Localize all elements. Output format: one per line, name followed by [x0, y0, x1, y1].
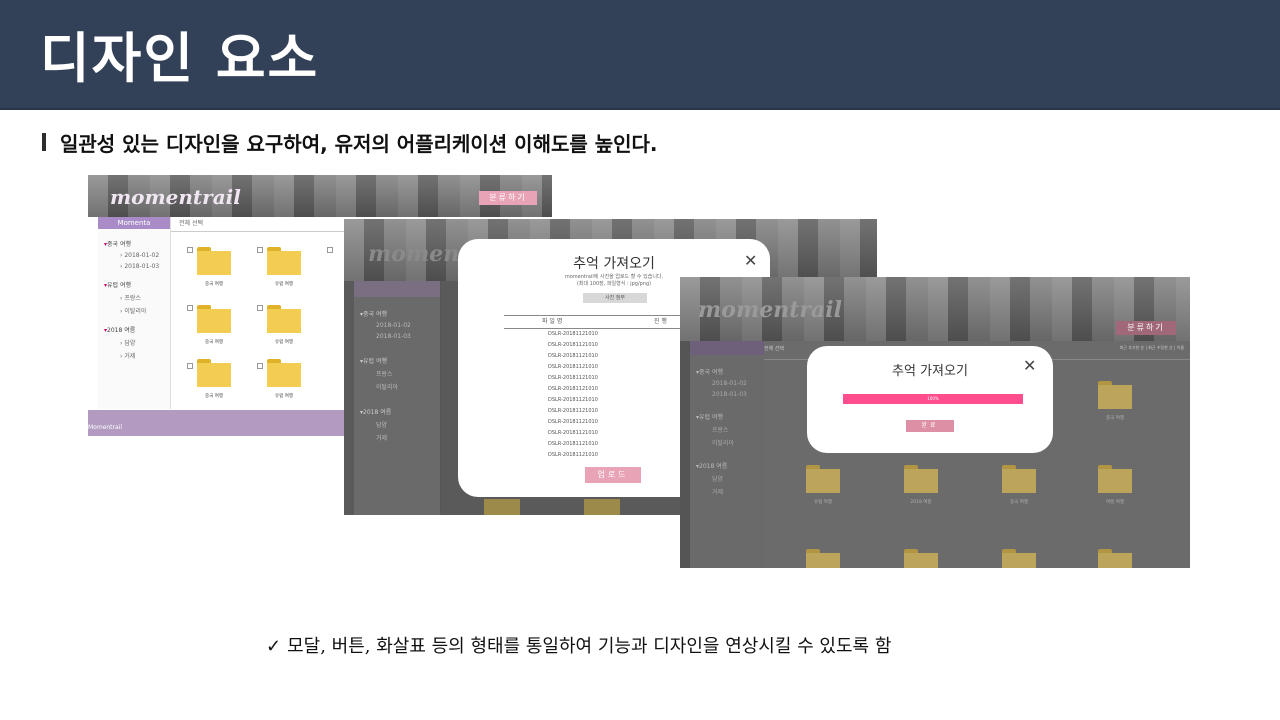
folder-icon: [1002, 549, 1036, 568]
slide-title: 디자인 요소: [40, 27, 320, 90]
sidebar-group[interactable]: ▾유럽 여행: [360, 356, 440, 365]
col-filename: 파 일 명: [542, 318, 563, 325]
sidebar: ▾중국 여행 2018-01-02 2018-01-03 ▾유럽 여행 프랑스 …: [354, 281, 441, 515]
sidebar-group[interactable]: ▾중국 여행: [104, 239, 170, 248]
footnote: ✓ 모달, 버튼, 화살표 등의 형태를 통일하여 기능과 디자인을 연상시킬 수…: [266, 632, 891, 658]
sidebar-item[interactable]: 프랑스: [376, 369, 440, 378]
check-icon: ✓: [266, 636, 282, 657]
sidebar-title: [690, 341, 764, 355]
footnote-text: 모달, 버튼, 화살표 등의 형태를 통일하여 기능과 디자인을 연상시킬 수 …: [287, 636, 892, 657]
momentrail-logo: momentrail: [110, 185, 241, 209]
sidebar: Momenta ▾중국 여행 › 2018-01-02 › 2018-01-03…: [98, 217, 171, 409]
folder-icon[interactable]: 중국 여행: [197, 305, 231, 345]
sidebar-item[interactable]: 이탈리아: [376, 382, 440, 391]
sidebar-item[interactable]: › 담양: [120, 338, 170, 347]
folder-checkbox[interactable]: [187, 363, 193, 369]
folder-icon: [1098, 549, 1132, 568]
progress-bar: 100%: [843, 394, 1023, 404]
progress-track: 100%: [843, 394, 1023, 404]
slide-subtitle: 일관성 있는 디자인을 요구하여, 유저의 어플리케이션 이해도를 높인다.: [60, 132, 658, 156]
sidebar-item[interactable]: 2018-01-02: [376, 322, 440, 329]
sidebar-item[interactable]: 프랑스: [712, 425, 764, 434]
sidebar-item[interactable]: 2018-01-02: [712, 380, 764, 387]
folder-icon: [584, 499, 620, 515]
screenshot-progress-modal: momentrail 분류하기 ▾중국 여행 2018-01-02 2018-0…: [680, 277, 1190, 568]
sidebar-item[interactable]: 이탈리아: [712, 438, 764, 447]
folder-icon[interactable]: 중국 여행: [197, 247, 231, 287]
sidebar: ▾중국 여행 2018-01-02 2018-01-03 ▾유럽 여행 프랑스 …: [690, 341, 765, 568]
folder-icon[interactable]: 중국 여행: [197, 359, 231, 399]
col-progress: 진 행: [654, 318, 667, 325]
close-icon[interactable]: ✕: [1023, 356, 1036, 375]
folder-checkbox[interactable]: [257, 305, 263, 311]
folder-icon: [806, 549, 840, 568]
sidebar-item[interactable]: 담양: [712, 474, 764, 483]
upload-button[interactable]: 업로드: [585, 467, 641, 483]
subtitle-bullet-bar: [42, 133, 46, 151]
footer-text: Momentrail: [88, 424, 123, 431]
select-all[interactable]: 전체 선택: [764, 345, 784, 352]
close-icon[interactable]: ✕: [744, 251, 757, 270]
sidebar-item[interactable]: › 이탈리아: [120, 306, 170, 315]
folder-icon[interactable]: 중국 여행: [1098, 381, 1132, 421]
sidebar-group[interactable]: ▾중국 여행: [696, 367, 764, 376]
sidebar-item[interactable]: › 2018-01-02: [120, 252, 170, 259]
slide-header: 디자인 요소: [0, 0, 1280, 110]
sidebar-item[interactable]: 거제: [712, 487, 764, 496]
folder-icon: [484, 499, 520, 515]
sidebar-item[interactable]: › 프랑스: [120, 293, 170, 302]
folder-icon[interactable]: 유럽 여행: [267, 247, 301, 287]
sidebar-title: Momenta: [98, 217, 170, 229]
folder-checkbox[interactable]: [327, 247, 333, 253]
sidebar-group[interactable]: ▾유럽 여행: [696, 412, 764, 421]
modal-title: 추억 가져오기: [573, 256, 655, 272]
sidebar-item[interactable]: › 거제: [120, 351, 170, 360]
folder-checkbox[interactable]: [257, 363, 263, 369]
sidebar-item[interactable]: 담양: [376, 420, 440, 429]
sidebar-item[interactable]: 거제: [376, 433, 440, 442]
sidebar-item[interactable]: 2018-01-03: [712, 391, 764, 398]
folder-icon[interactable]: 여름 여행: [1098, 465, 1132, 505]
folder-icon[interactable]: 2018 여름: [904, 465, 938, 505]
sidebar-group[interactable]: ▾2018 여름: [104, 325, 170, 334]
folder-icon[interactable]: 유럽 여행: [806, 465, 840, 505]
classify-button[interactable]: 분류하기: [479, 191, 537, 205]
sidebar-group[interactable]: ▾중국 여행: [360, 309, 440, 318]
sidebar-group[interactable]: ▾유럽 여행: [104, 280, 170, 289]
sidebar-item[interactable]: › 2018-01-03: [120, 263, 170, 270]
classify-button[interactable]: 분류하기: [1116, 321, 1176, 335]
folder-icon[interactable]: 유럽 여행: [267, 359, 301, 399]
done-button[interactable]: 완료: [906, 420, 954, 432]
sidebar-group[interactable]: ▾2018 여름: [360, 407, 440, 416]
sort-options[interactable]: 최근 추가한 순 | 최근 수정한 순 | 이름: [1120, 345, 1184, 351]
momentrail-logo: momentrail: [698, 297, 842, 323]
folder-icon: [904, 549, 938, 568]
sidebar-item[interactable]: 2018-01-03: [376, 333, 440, 340]
folder-icon[interactable]: 중국 여행: [1002, 465, 1036, 505]
modal-title: 추억 가져오기: [892, 364, 968, 379]
folder-icon[interactable]: 유럽 여행: [267, 305, 301, 345]
sidebar-group[interactable]: ▾2018 여름: [696, 461, 764, 470]
progress-modal: 추억 가져오기 ✕ 100% 완료: [807, 346, 1053, 453]
attach-photo-button[interactable]: 사진 첨부: [583, 293, 647, 303]
folder-checkbox[interactable]: [257, 247, 263, 253]
folder-checkbox[interactable]: [187, 247, 193, 253]
folder-checkbox[interactable]: [187, 305, 193, 311]
sidebar-title: [354, 281, 440, 297]
